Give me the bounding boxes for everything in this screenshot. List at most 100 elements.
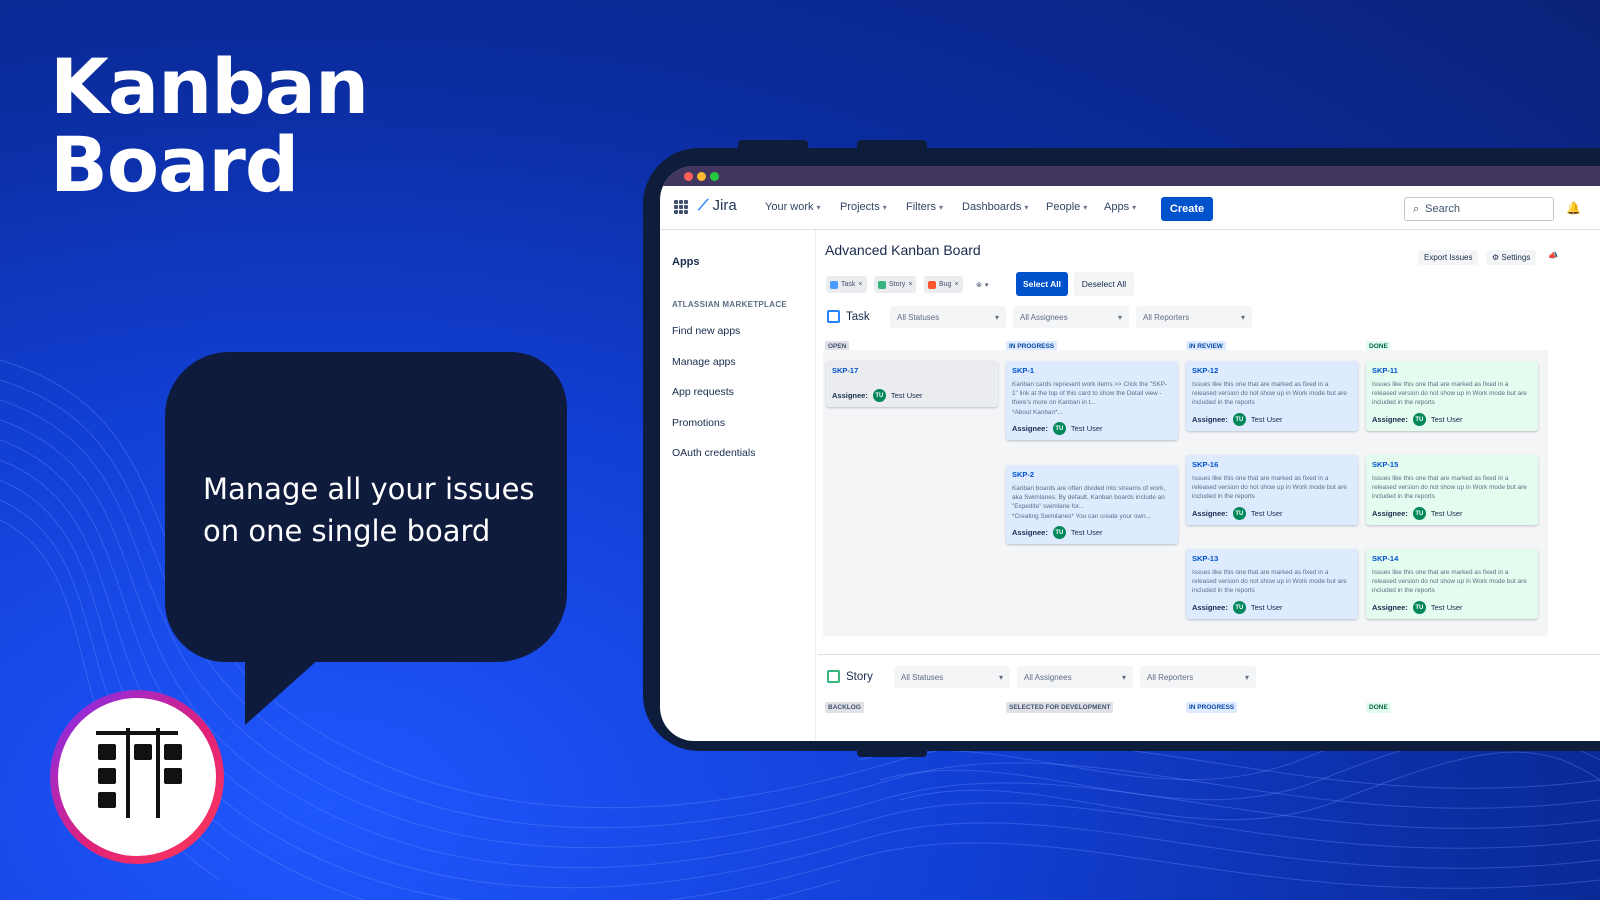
export-issues-button[interactable]: Export Issues bbox=[1418, 250, 1479, 265]
avatar: TU bbox=[1232, 507, 1246, 520]
avatar: TU bbox=[1412, 413, 1426, 426]
remove-icon[interactable]: × bbox=[858, 281, 862, 288]
column-header-selected-for-development: SELECTED FOR DEVELOPMENT bbox=[1006, 702, 1114, 713]
issue-description: Kanban boards are often divided into str… bbox=[1012, 485, 1166, 510]
sidebar-item-find-new-apps[interactable]: Find new apps bbox=[672, 325, 740, 337]
create-button[interactable]: Create bbox=[1161, 197, 1213, 221]
story-icon bbox=[827, 670, 840, 683]
issue-key[interactable]: SKP-11 bbox=[1372, 366, 1532, 375]
close-dot[interactable] bbox=[684, 172, 693, 181]
sidebar-item-app-requests[interactable]: App requests bbox=[672, 386, 734, 398]
minimize-dot[interactable] bbox=[697, 172, 706, 181]
chevron-down-icon: ▾ bbox=[1244, 672, 1249, 682]
remove-icon[interactable]: × bbox=[954, 281, 958, 288]
search-input[interactable]: ⌕ Search bbox=[1404, 197, 1554, 221]
issue-card[interactable]: SKP-1 Kanban cards represent work items … bbox=[1006, 361, 1178, 440]
story-status-filter-dropdown[interactable]: All Statuses ▾ bbox=[894, 666, 1010, 688]
sidebar: Apps ATLASSIAN MARKETPLACE Find new apps… bbox=[660, 230, 816, 741]
sidebar-category: ATLASSIAN MARKETPLACE bbox=[672, 300, 788, 309]
hero-title-line1: Kanban bbox=[50, 42, 369, 131]
reporter-filter-dropdown[interactable]: All Reporters ▾ bbox=[1136, 306, 1252, 328]
nav-your-work[interactable]: Your work ▾ bbox=[765, 201, 821, 213]
remove-icon[interactable]: × bbox=[908, 281, 912, 288]
avatar: TU bbox=[1412, 601, 1426, 614]
nav-projects[interactable]: Projects ▾ bbox=[840, 201, 887, 213]
avatar: TU bbox=[1232, 601, 1246, 614]
chevron-down-icon: ▾ bbox=[1132, 203, 1137, 212]
issue-card[interactable]: SKP-16 Issues like this one that are mar… bbox=[1186, 455, 1358, 525]
jira-logo[interactable]: ⟋ Jira bbox=[698, 197, 737, 214]
announce-icon[interactable]: 📣 bbox=[1542, 248, 1564, 263]
avatar: TU bbox=[872, 389, 886, 402]
issue-card[interactable]: SKP-15 Issues like this one that are mar… bbox=[1366, 455, 1538, 525]
select-all-button[interactable]: Select All bbox=[1016, 272, 1068, 296]
sidebar-item-oauth-credentials[interactable]: OAuth credentials bbox=[672, 447, 755, 459]
chevron-down-icon: ▾ bbox=[984, 281, 989, 289]
notifications-icon[interactable]: 🔔 bbox=[1566, 201, 1581, 215]
issue-key[interactable]: SKP-17 bbox=[832, 366, 992, 375]
board-main: Advanced Kanban Board Export Issues ⚙ Se… bbox=[818, 230, 1600, 741]
maximize-dot[interactable] bbox=[710, 172, 719, 181]
issue-key[interactable]: SKP-14 bbox=[1372, 554, 1532, 563]
assignee-label: Assignee: bbox=[1192, 603, 1228, 612]
filter-chip-bug[interactable]: Bug × bbox=[924, 276, 963, 293]
issue-card[interactable]: SKP-13 Issues like this one that are mar… bbox=[1186, 549, 1358, 619]
clear-filters-dropdown[interactable]: ⊗ ▾ bbox=[972, 276, 992, 293]
task-swimlane-label: Task bbox=[827, 310, 870, 323]
issue-key[interactable]: SKP-1 bbox=[1012, 366, 1172, 375]
assignee-name: Test User bbox=[1070, 528, 1103, 537]
deselect-all-button[interactable]: Deselect All bbox=[1074, 272, 1134, 296]
issue-card[interactable]: SKP-2 Kanban boards are often divided in… bbox=[1006, 465, 1178, 544]
status-filter-dropdown[interactable]: All Statuses ▾ bbox=[890, 306, 1006, 328]
avatar: TU bbox=[1052, 422, 1066, 435]
nav-apps[interactable]: Apps ▾ bbox=[1104, 201, 1136, 213]
assignee-label: Assignee: bbox=[1372, 415, 1408, 424]
issue-description-extra: *Creating Swimlanes* You can create your… bbox=[1012, 513, 1151, 520]
issue-description: Issues like this one that are marked as … bbox=[1372, 475, 1527, 500]
issue-description-extra: *About Kanban*... bbox=[1012, 409, 1063, 416]
column-header-backlog: BACKLOG bbox=[825, 702, 864, 713]
assignee-name: Test User bbox=[1430, 509, 1463, 518]
issue-key[interactable]: SKP-2 bbox=[1012, 470, 1172, 479]
sidebar-item-promotions[interactable]: Promotions bbox=[672, 417, 725, 429]
assignee-label: Assignee: bbox=[1372, 509, 1408, 518]
avatar: TU bbox=[1412, 507, 1426, 520]
assignee-label: Assignee: bbox=[1372, 603, 1408, 612]
search-icon: ⌕ bbox=[1413, 202, 1420, 215]
issue-key[interactable]: SKP-15 bbox=[1372, 460, 1532, 469]
settings-button[interactable]: ⚙ Settings bbox=[1486, 250, 1537, 265]
assignee-name: Test User bbox=[890, 391, 923, 400]
issue-card[interactable]: SKP-11 Issues like this one that are mar… bbox=[1366, 361, 1538, 431]
app-switcher-icon[interactable] bbox=[674, 200, 688, 214]
sidebar-item-manage-apps[interactable]: Manage apps bbox=[672, 356, 736, 368]
filter-chip-story[interactable]: Story × bbox=[874, 276, 917, 293]
story-reporter-filter-dropdown[interactable]: All Reporters ▾ bbox=[1140, 666, 1256, 688]
device-button bbox=[857, 140, 927, 152]
assignee-name: Test User bbox=[1430, 603, 1463, 612]
assignee-label: Assignee: bbox=[1012, 528, 1048, 537]
filter-chip-task[interactable]: Task × bbox=[826, 276, 867, 293]
nav-filters[interactable]: Filters ▾ bbox=[906, 201, 943, 213]
issue-card[interactable]: SKP-12 Issues like this one that are mar… bbox=[1186, 361, 1358, 431]
sidebar-heading: Apps bbox=[672, 256, 700, 268]
nav-dashboards[interactable]: Dashboards ▾ bbox=[962, 201, 1028, 213]
chevron-down-icon: ▾ bbox=[1240, 312, 1245, 322]
assignee-name: Test User bbox=[1430, 415, 1463, 424]
issue-key[interactable]: SKP-13 bbox=[1192, 554, 1352, 563]
gear-icon: ⚙ bbox=[1492, 253, 1502, 262]
chevron-down-icon: ▾ bbox=[1121, 672, 1126, 682]
story-type-icon bbox=[878, 280, 886, 289]
chevron-down-icon: ▾ bbox=[1083, 203, 1088, 212]
page-title: Advanced Kanban Board bbox=[825, 242, 981, 258]
issue-card[interactable]: SKP-14 Issues like this one that are mar… bbox=[1366, 549, 1538, 619]
nav-people[interactable]: People ▾ bbox=[1046, 201, 1087, 213]
issue-key[interactable]: SKP-12 bbox=[1192, 366, 1352, 375]
story-assignee-filter-dropdown[interactable]: All Assignees ▾ bbox=[1017, 666, 1133, 688]
assignee-filter-dropdown[interactable]: All Assignees ▾ bbox=[1013, 306, 1129, 328]
device-button bbox=[857, 745, 927, 757]
chevron-down-icon: ▾ bbox=[938, 203, 943, 212]
issue-card[interactable]: SKP-17 Assignee: TU Test User bbox=[826, 361, 998, 407]
assignee-label: Assignee: bbox=[1012, 424, 1048, 433]
issue-key[interactable]: SKP-16 bbox=[1192, 460, 1352, 469]
assignee-name: Test User bbox=[1250, 509, 1283, 518]
